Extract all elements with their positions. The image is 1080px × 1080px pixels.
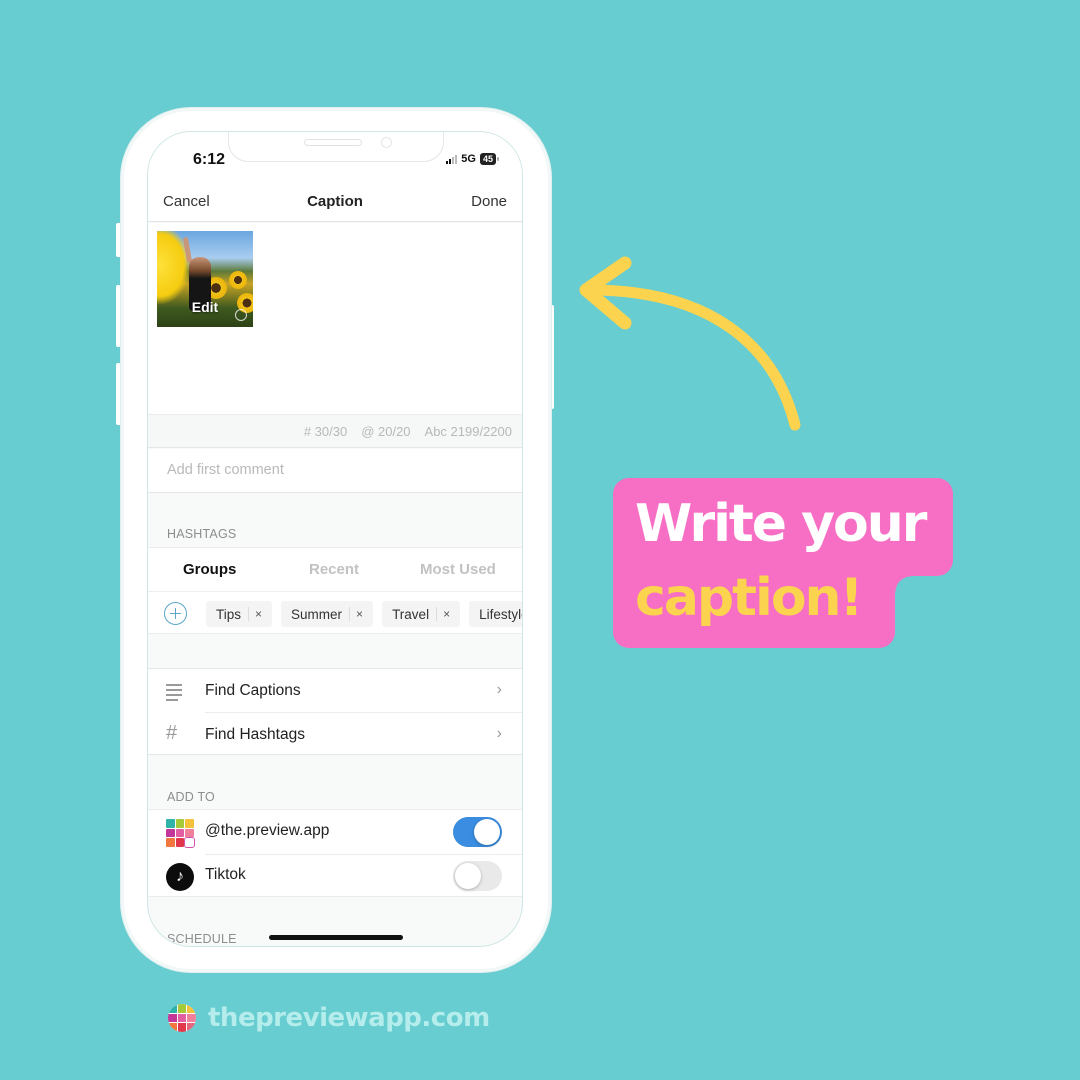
first-comment-input[interactable] (167, 462, 487, 478)
preview-account-toggle[interactable] (453, 817, 502, 847)
close-icon[interactable]: × (356, 607, 363, 621)
brand-footer: thepreviewapp.com (168, 1003, 490, 1033)
status-indicators: 5G 45 (446, 153, 500, 165)
hashtag-groups: Tips × Summer × Travel × Lifestyle× (148, 592, 522, 634)
find-hashtags-row[interactable]: # Find Hashtags › (148, 713, 522, 756)
tab-most-used[interactable]: Most Used (420, 561, 496, 578)
signal-icon (446, 154, 458, 164)
preview-app-icon (166, 819, 195, 848)
chip-label: Summer (291, 606, 343, 622)
brand-url: thepreviewapp.com (208, 1003, 490, 1033)
hashtag-chip[interactable]: Travel × (382, 601, 461, 627)
find-menu: Find Captions › # Find Hashtags › (148, 668, 522, 755)
hashtag-chip[interactable]: Tips × (206, 601, 273, 627)
instagram-icon (184, 837, 195, 848)
crop-icon[interactable] (235, 309, 247, 321)
camera-icon (381, 137, 392, 148)
find-captions-label: Find Captions (205, 682, 301, 699)
hashtags-section-label: HASHTAGS (167, 527, 237, 541)
hashtags-panel: Groups Recent Most Used Tips × Summer × Tr… (148, 547, 522, 634)
callout-line-1: Write your (635, 494, 927, 554)
curved-arrow-icon (579, 256, 801, 431)
plus-circle-icon[interactable] (164, 602, 187, 625)
done-button[interactable]: Done (471, 193, 507, 210)
account-row-tiktok: ♪ Tiktok (148, 854, 522, 897)
schedule-section-label: SCHEDULE (167, 932, 237, 946)
chip-label: Tips (216, 606, 242, 622)
tiktok-icon: ♪ (166, 863, 194, 891)
chip-label: Lifestyle (479, 606, 522, 622)
hashtag-icon: # (166, 722, 178, 744)
character-count: Abc 2199/2200 (424, 424, 512, 439)
caption-editor[interactable]: Edit (148, 223, 522, 414)
notch (228, 132, 444, 162)
speaker-icon (304, 139, 362, 146)
mention-count: @ 20/20 (361, 424, 411, 439)
hashtag-tabs: Groups Recent Most Used (148, 548, 522, 592)
nav-bar: Cancel Caption Done (148, 182, 522, 222)
lines-icon (166, 684, 184, 702)
sunflower-graphic (229, 271, 247, 289)
chevron-right-icon: › (496, 725, 502, 742)
add-to-section-label: ADD TO (167, 790, 215, 804)
add-to-panel: @the.preview.app ♪ Tiktok (148, 809, 522, 897)
home-indicator (269, 935, 403, 940)
callout-line-2: caption! (635, 568, 863, 628)
find-hashtags-label: Find Hashtags (205, 726, 305, 743)
status-time: 6:12 (193, 151, 226, 168)
account-row-preview: @the.preview.app (148, 810, 522, 853)
hashtag-count: # 30/30 (303, 424, 348, 439)
close-icon[interactable]: × (255, 607, 262, 621)
network-type: 5G (461, 153, 476, 165)
hashtag-chip[interactable]: Lifestyle× (469, 601, 522, 627)
first-comment-row (148, 449, 522, 493)
chip-label: Travel (392, 606, 430, 622)
account-label: @the.preview.app (205, 822, 330, 839)
chevron-right-icon: › (496, 681, 502, 698)
caption-counters: # 30/30 @ 20/20 Abc 2199/2200 (148, 414, 522, 448)
close-icon[interactable]: × (443, 607, 450, 621)
page-title: Caption (307, 193, 363, 210)
tab-groups[interactable]: Groups (183, 561, 236, 578)
media-thumbnail[interactable]: Edit (157, 231, 253, 327)
battery-icon: 45 (479, 153, 500, 165)
tab-recent[interactable]: Recent (309, 561, 359, 578)
preview-app-logo-icon (168, 1004, 196, 1032)
hashtag-chip[interactable]: Summer × (281, 601, 374, 627)
tiktok-account-toggle[interactable] (453, 861, 502, 891)
find-captions-row[interactable]: Find Captions › (148, 669, 522, 712)
account-label: Tiktok (205, 866, 246, 883)
phone-screen: 6:12 5G 45 Cancel Caption Done Edit # 30… (147, 131, 523, 947)
